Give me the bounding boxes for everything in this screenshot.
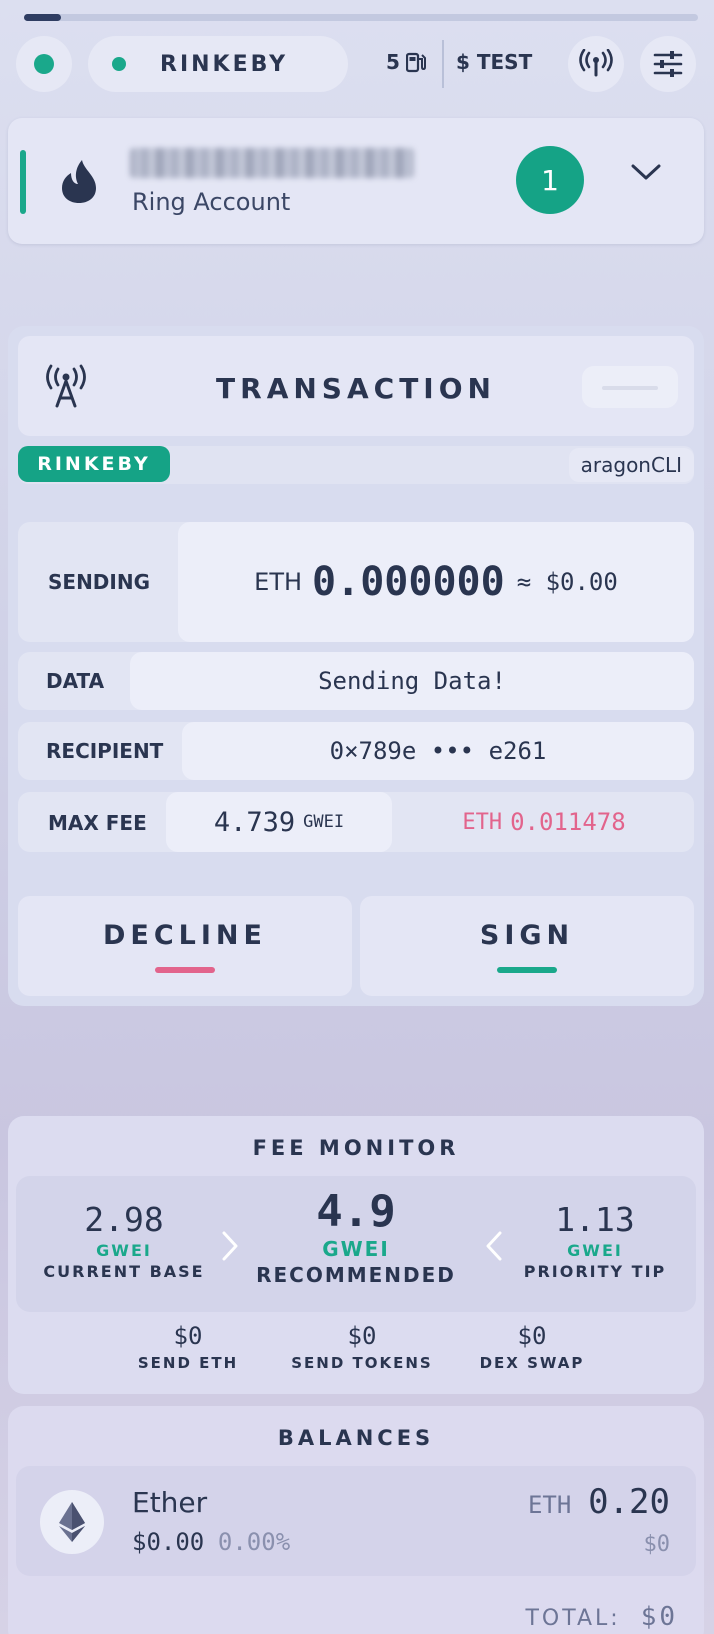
account-card[interactable]: Ring Account 1 — [8, 118, 704, 244]
coin-value-usd: $0 — [643, 1532, 671, 1557]
sliders-icon — [653, 51, 683, 77]
recommended-label: RECOMMENDED — [256, 1263, 456, 1287]
coin-change: 0.00% — [217, 1528, 291, 1556]
coin-symbol: ETH — [527, 1491, 572, 1519]
total-value: $0 — [640, 1602, 678, 1632]
network-origin-row: RINKEBY aragonCLI — [18, 446, 694, 484]
data-value[interactable]: Sending Data! — [130, 652, 694, 710]
sign-underline — [497, 966, 557, 973]
current-base-unit: GWEI — [96, 1241, 152, 1260]
recipient-address[interactable]: 0×789e ••• e261 — [182, 722, 694, 780]
recipient-label: RECIPIENT — [46, 739, 164, 763]
loading-progress-fill — [24, 14, 62, 21]
details-toggle[interactable] — [582, 366, 678, 408]
loading-progress-bar — [24, 14, 698, 21]
currency-indicator[interactable]: $ TEST — [456, 50, 532, 74]
priority-tip-label: PRIORITY TIP — [523, 1262, 667, 1281]
network-selector[interactable]: RINKEBY — [88, 36, 348, 92]
decline-button-label: DECLINE — [103, 919, 267, 951]
max-fee-eth-label: ETH — [462, 809, 503, 835]
fee-monitor-title: FEE MONITOR — [252, 1136, 460, 1160]
balance-item-ether[interactable]: Ether $0.00 0.00% ETH 0.20 $0 — [16, 1466, 696, 1576]
transaction-header: TRANSACTION — [18, 336, 694, 436]
decline-underline — [155, 966, 215, 973]
network-status-dot — [112, 57, 126, 71]
chevron-down-icon[interactable] — [630, 162, 662, 182]
fee-rates: 2.98 GWEI CURRENT BASE 4.9 GWEI RECOMMEN… — [16, 1176, 696, 1312]
data-row: DATA Sending Data! — [18, 652, 694, 710]
sign-button-label: SIGN — [479, 919, 575, 951]
total-label: TOTAL: — [525, 1606, 621, 1631]
balance-total: TOTAL: $0 — [525, 1602, 678, 1632]
coin-name: Ether — [132, 1486, 208, 1519]
network-label: RINKEBY — [160, 51, 289, 77]
account-active-indicator — [20, 150, 26, 214]
account-type-label: Ring Account — [132, 188, 291, 216]
chevron-left-icon — [486, 1231, 502, 1261]
send-tokens-cost-value: $0 — [347, 1322, 377, 1350]
max-fee-gwei-unit: GWEI — [303, 812, 345, 832]
chevron-right-icon — [222, 1231, 238, 1261]
broadcast-icon — [579, 49, 613, 77]
account-name-redacted — [130, 148, 414, 178]
sign-button[interactable]: SIGN — [360, 896, 694, 996]
sending-usd: ≈ $0.00 — [516, 568, 618, 596]
dex-swap-cost: $0 DEX SWAP — [452, 1322, 612, 1372]
sending-amount-box: ETH 0.000000 ≈ $0.00 — [178, 522, 694, 642]
fee-monitor-panel: FEE MONITOR 2.98 GWEI CURRENT BASE 4.9 G… — [8, 1116, 704, 1394]
gas-pump-icon — [405, 52, 426, 73]
send-eth-cost-label: SEND ETH — [137, 1354, 239, 1372]
max-fee-eth: ETH 0.011478 — [394, 792, 694, 852]
ethereum-icon — [40, 1490, 104, 1554]
max-fee-gwei-box[interactable]: 4.739 GWEI — [166, 792, 392, 852]
balances-title: BALANCES — [277, 1426, 435, 1450]
top-bar: RINKEBY 5 $ TEST — [0, 34, 714, 94]
recipient-row: RECIPIENT 0×789e ••• e261 — [18, 722, 694, 780]
recommended-value: 4.9 — [316, 1186, 396, 1237]
dex-swap-cost-label: DEX SWAP — [479, 1354, 585, 1372]
toggle-bar — [602, 386, 658, 390]
status-dot — [34, 54, 54, 74]
pending-requests-badge[interactable]: 1 — [516, 146, 584, 214]
current-base-label: CURRENT BASE — [43, 1262, 205, 1281]
sending-row: SENDING ETH 0.000000 ≈ $0.00 — [18, 522, 694, 642]
sending-label: SENDING — [48, 570, 151, 594]
priority-tip-fee: 1.13 GWEI PRIORITY TIP — [510, 1200, 680, 1281]
send-eth-cost: $0 SEND ETH — [108, 1322, 268, 1372]
current-base-value: 2.98 — [84, 1200, 164, 1239]
header-divider — [442, 40, 444, 88]
flame-icon — [62, 160, 96, 203]
coin-price-row: $0.00 0.00% — [132, 1528, 290, 1556]
current-base-fee: 2.98 GWEI CURRENT BASE — [36, 1200, 212, 1281]
recommended-fee: 4.9 GWEI RECOMMENDED — [246, 1186, 466, 1287]
decline-button[interactable]: DECLINE — [18, 896, 352, 996]
coin-amount-row: ETH 0.20 — [528, 1482, 670, 1522]
data-label: DATA — [46, 669, 105, 693]
max-fee-eth-value: 0.011478 — [510, 808, 626, 836]
priority-tip-unit: GWEI — [567, 1241, 623, 1260]
send-eth-cost-value: $0 — [173, 1322, 203, 1350]
coin-usd-price: $0.00 — [132, 1528, 205, 1556]
gas-price-indicator[interactable]: 5 — [386, 50, 426, 74]
priority-tip-value: 1.13 — [555, 1200, 635, 1239]
max-fee-label: MAX FEE — [48, 811, 147, 835]
recommended-unit: GWEI — [322, 1237, 390, 1261]
network-badge: RINKEBY — [18, 446, 170, 482]
balances-panel: BALANCES Ether $0.00 0.00% ETH 0.20 $0 T… — [8, 1406, 704, 1634]
sending-amount: 0.000000 — [312, 559, 505, 605]
max-fee-gwei: 4.739 — [213, 806, 296, 838]
connection-button[interactable] — [568, 36, 624, 92]
gas-price-value: 5 — [386, 50, 400, 74]
send-tokens-cost-label: SEND TOKENS — [291, 1354, 433, 1372]
coin-amount: 0.20 — [588, 1482, 670, 1522]
transaction-request-panel: TRANSACTION RINKEBY aragonCLI SENDING ET… — [8, 326, 704, 1006]
max-fee-row: MAX FEE 4.739 GWEI ETH 0.011478 — [18, 792, 694, 852]
send-tokens-cost: $0 SEND TOKENS — [270, 1322, 454, 1372]
dex-swap-cost-value: $0 — [517, 1322, 547, 1350]
sending-currency: ETH — [254, 568, 303, 596]
status-button[interactable] — [16, 36, 72, 92]
request-origin: aragonCLI — [568, 448, 694, 482]
settings-button[interactable] — [640, 36, 696, 92]
